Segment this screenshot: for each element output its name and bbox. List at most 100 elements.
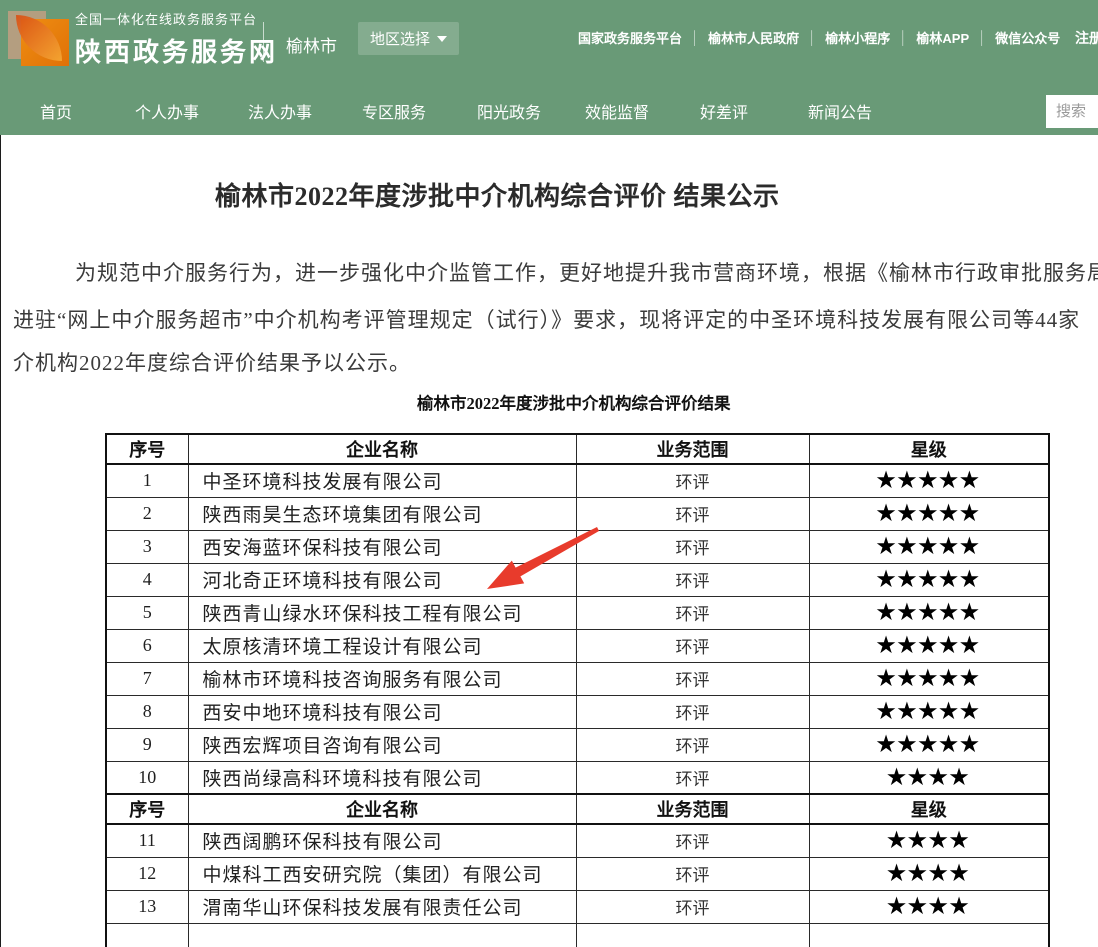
column-header: 业务范围	[576, 794, 809, 824]
page: 全国一体化在线政务服务平台 陕西政务服务网 榆林市 地区选择 国家政务服务平台 …	[0, 0, 1098, 947]
cell-no: 9	[106, 728, 188, 761]
search-input[interactable]	[1046, 95, 1098, 128]
register-link[interactable]: 注册	[1075, 28, 1098, 48]
cell-no: 4	[106, 563, 188, 596]
cell-scope: 环评	[576, 728, 809, 761]
cell-stars: ★★★★★	[809, 695, 1049, 728]
nav-item-open-gov[interactable]: 阳光政务	[477, 99, 541, 123]
cell-name: 渭南华山环保科技发展有限责任公司	[188, 890, 576, 923]
current-city-label: 榆林市	[286, 32, 337, 57]
nav-item-corporate[interactable]: 法人办事	[248, 99, 312, 123]
cell-scope: 环评	[576, 824, 809, 857]
cell-name: 陕西宏辉项目咨询有限公司	[188, 728, 576, 761]
cell-stars: ★★★★★	[809, 497, 1049, 530]
top-links: 国家政务服务平台 │ 榆林市人民政府 │ 榆林小程序 │ 榆林APP │ 微信公…	[578, 0, 1060, 75]
cell-no: 1	[106, 464, 188, 497]
table-header-row: 序号企业名称业务范围星级	[106, 794, 1049, 824]
cell-no: 12	[106, 857, 188, 890]
cell-stars: ★★★★★	[809, 530, 1049, 563]
link-mini-program[interactable]: 榆林小程序	[825, 28, 890, 47]
cell-empty	[106, 923, 188, 947]
table-row: 11陕西阔鹏环保科技有限公司环评★★★★	[106, 824, 1049, 857]
table-row: 3西安海蓝环保科技有限公司环评★★★★★	[106, 530, 1049, 563]
platform-label: 全国一体化在线政务服务平台	[75, 9, 278, 28]
left-edge-line	[0, 135, 1, 947]
cell-scope: 环评	[576, 497, 809, 530]
site-header: 全国一体化在线政务服务平台 陕西政务服务网 榆林市 地区选择 国家政务服务平台 …	[0, 0, 1098, 135]
cell-name: 陕西尚绿高科环境科技有限公司	[188, 761, 576, 794]
cell-stars: ★★★★★	[809, 464, 1049, 497]
link-app[interactable]: 榆林APP	[916, 28, 969, 47]
cell-empty	[809, 923, 1049, 947]
cell-no: 3	[106, 530, 188, 563]
cell-stars: ★★★★	[809, 824, 1049, 857]
cell-no: 8	[106, 695, 188, 728]
cell-scope: 环评	[576, 857, 809, 890]
column-header: 星级	[809, 434, 1049, 464]
site-name: 陕西政务服务网	[75, 32, 278, 69]
chevron-down-icon	[437, 36, 447, 42]
column-header: 星级	[809, 794, 1049, 824]
cell-name: 西安海蓝环保科技有限公司	[188, 530, 576, 563]
column-header: 序号	[106, 794, 188, 824]
header-divider	[263, 22, 264, 62]
cell-scope: 环评	[576, 464, 809, 497]
cell-stars: ★★★★★	[809, 662, 1049, 695]
cell-scope: 环评	[576, 695, 809, 728]
region-selector-button[interactable]: 地区选择	[358, 22, 459, 55]
table-row: 5陕西青山绿水环保科技工程有限公司环评★★★★★	[106, 596, 1049, 629]
cell-stars: ★★★★★	[809, 563, 1049, 596]
results-table: 序号企业名称业务范围星级1中圣环境科技发展有限公司环评★★★★★2陕西雨昊生态环…	[105, 433, 1050, 947]
cell-name: 榆林市环境科技咨询服务有限公司	[188, 662, 576, 695]
table-row: 2陕西雨昊生态环境集团有限公司环评★★★★★	[106, 497, 1049, 530]
cell-no: 10	[106, 761, 188, 794]
cell-scope: 环评	[576, 890, 809, 923]
cell-no: 6	[106, 629, 188, 662]
link-wechat-account[interactable]: 微信公众号	[995, 28, 1060, 47]
table-row-clipped	[106, 923, 1049, 947]
cell-name: 中煤科工西安研究院（集团）有限公司	[188, 857, 576, 890]
brand-block: 全国一体化在线政务服务平台 陕西政务服务网	[75, 9, 278, 69]
cell-stars: ★★★★★	[809, 629, 1049, 662]
cell-empty	[188, 923, 576, 947]
cell-scope: 环评	[576, 761, 809, 794]
cell-scope: 环评	[576, 596, 809, 629]
nav-item-personal[interactable]: 个人办事	[135, 99, 199, 123]
column-header: 序号	[106, 434, 188, 464]
cell-name: 陕西青山绿水环保科技工程有限公司	[188, 596, 576, 629]
table-row: 6太原核清环境工程设计有限公司环评★★★★★	[106, 629, 1049, 662]
link-city-government[interactable]: 榆林市人民政府	[708, 28, 799, 47]
paragraph-line: 进驻“网上中介服务超市”中介机构考评管理规定（试行）》要求，现将评定的中圣环境科…	[13, 304, 1080, 334]
nav-item-zone[interactable]: 专区服务	[362, 99, 426, 123]
table-row: 8西安中地环境科技有限公司环评★★★★★	[106, 695, 1049, 728]
announcement-document: 榆林市2022年度涉批中介机构综合评价 结果公示 为规范中介服务行为，进一步强化…	[0, 135, 1098, 947]
page-title: 榆林市2022年度涉批中介机构综合评价 结果公示	[215, 176, 780, 213]
nav-item-home[interactable]: 首页	[40, 99, 72, 123]
region-selector-label: 地区选择	[370, 28, 430, 49]
cell-scope: 环评	[576, 563, 809, 596]
table-row: 10陕西尚绿高科环境科技有限公司环评★★★★	[106, 761, 1049, 794]
cell-name: 西安中地环境科技有限公司	[188, 695, 576, 728]
cell-name: 陕西雨昊生态环境集团有限公司	[188, 497, 576, 530]
results-table-body: 序号企业名称业务范围星级1中圣环境科技发展有限公司环评★★★★★2陕西雨昊生态环…	[106, 434, 1049, 947]
link-separator: │	[691, 30, 699, 45]
nav-item-news[interactable]: 新闻公告	[808, 99, 872, 123]
cell-stars: ★★★★★	[809, 728, 1049, 761]
cell-no: 13	[106, 890, 188, 923]
nav-item-supervision[interactable]: 效能监督	[585, 99, 649, 123]
cell-no: 7	[106, 662, 188, 695]
cell-scope: 环评	[576, 662, 809, 695]
link-separator: │	[978, 30, 986, 45]
site-logo[interactable]	[8, 5, 72, 69]
table-caption: 榆林市2022年度涉批中介机构综合评价结果	[417, 390, 731, 414]
table-row: 1中圣环境科技发展有限公司环评★★★★★	[106, 464, 1049, 497]
cell-stars: ★★★★	[809, 761, 1049, 794]
link-national-platform[interactable]: 国家政务服务平台	[578, 28, 682, 47]
cell-name: 河北奇正环境科技有限公司	[188, 563, 576, 596]
nav-item-rating[interactable]: 好差评	[700, 99, 748, 123]
cell-name: 中圣环境科技发展有限公司	[188, 464, 576, 497]
table-row: 13渭南华山环保科技发展有限责任公司环评★★★★	[106, 890, 1049, 923]
cell-name: 陕西阔鹏环保科技有限公司	[188, 824, 576, 857]
cell-no: 5	[106, 596, 188, 629]
cell-no: 2	[106, 497, 188, 530]
